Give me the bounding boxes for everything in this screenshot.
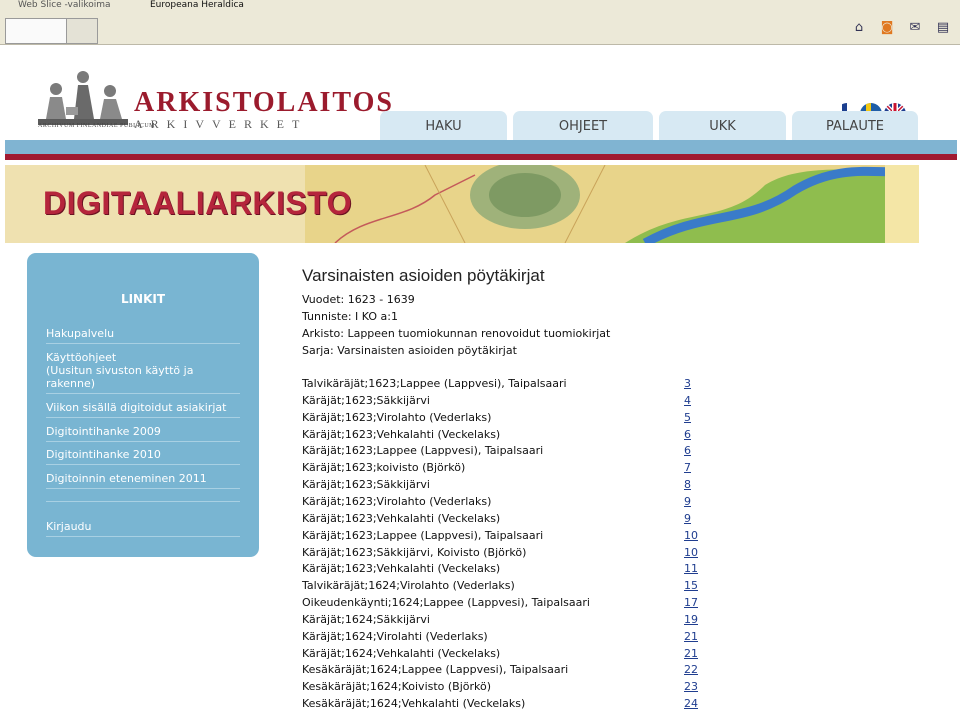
mail-icon[interactable]: ✉ bbox=[904, 20, 926, 35]
list-item: Käräjät;1624;Vehkalahti (Veckelaks) 21 bbox=[302, 647, 702, 663]
list-item: Käräjät;1623;Säkkijärvi 4 bbox=[302, 394, 702, 410]
session-label: Käräjät;1623;Virolahto (Vederlaks) bbox=[302, 494, 492, 508]
address-field[interactable] bbox=[5, 18, 67, 44]
page-link[interactable]: 3 bbox=[684, 377, 691, 390]
list-item: Käräjät;1623;Virolahto (Vederlaks) 9 bbox=[302, 495, 702, 511]
sidebar-item-digitointihanke-2010[interactable]: Digitointihanke 2010 bbox=[46, 448, 240, 465]
meta-identifier: Tunniste: I KO a:1 bbox=[302, 310, 398, 323]
list-item: Talvikäräjät;1624;Virolahto (Vederlaks) 1… bbox=[302, 579, 702, 595]
favorite-link[interactable]: Europeana Heraldica bbox=[150, 0, 244, 10]
home-icon[interactable]: ⌂ bbox=[848, 20, 870, 35]
list-item: Käräjät;1623;Säkkijärvi, Koivisto (Björk… bbox=[302, 546, 702, 562]
page-link[interactable]: 8 bbox=[684, 478, 691, 491]
list-item: Käräjät;1623;Vehkalahti (Veckelaks) 6 bbox=[302, 428, 702, 444]
meta-archive: Arkisto: Lappeen tuomiokunnan renovoidut… bbox=[302, 327, 611, 340]
list-item: Käräjät;1623;Säkkijärvi 8 bbox=[302, 478, 702, 494]
page-link[interactable]: 9 bbox=[684, 495, 691, 508]
session-label: Käräjät;1623;Lappee (Lappvesi), Taipalsa… bbox=[302, 444, 544, 458]
rss-feed-icon[interactable]: ◙ bbox=[876, 20, 898, 35]
sidebar-divider bbox=[46, 497, 240, 502]
page-link[interactable]: 6 bbox=[684, 444, 691, 457]
tab-ohjeet[interactable]: OHJEET bbox=[513, 111, 653, 141]
page-link[interactable]: 4 bbox=[684, 394, 691, 407]
session-label: Kesäkäräjät;1624;Vehkalahti (Veckelaks) bbox=[302, 697, 526, 711]
list-item: Kesäkäräjät;1624;Koivisto (Björkö) 23 bbox=[302, 680, 702, 696]
session-label: Oikeudenkäynti;1624;Lappee (Lappvesi), T… bbox=[302, 596, 590, 610]
tab-haku[interactable]: HAKU bbox=[380, 111, 507, 141]
nav-bar-stripe bbox=[5, 140, 957, 154]
page-link[interactable]: 17 bbox=[684, 596, 698, 609]
session-label: Käräjät;1624;Virolahti (Vederlaks) bbox=[302, 629, 488, 643]
page-link[interactable]: 11 bbox=[684, 562, 698, 575]
sidebar-item-viikon-digitoidut[interactable]: Viikon sisällä digitoidut asiakirjat bbox=[46, 401, 240, 418]
accent-stripe bbox=[5, 154, 957, 160]
list-item: Käräjät;1624;Säkkijärvi 19 bbox=[302, 613, 702, 629]
list-item: Kesäkäräjät;1624;Vehkalahti (Veckelaks) 2… bbox=[302, 697, 702, 713]
sidebar-heading: LINKIT bbox=[120, 292, 166, 306]
list-item: Käräjät;1624;Virolahti (Vederlaks) 21 bbox=[302, 630, 702, 646]
tab-ukk[interactable]: UKK bbox=[659, 111, 786, 141]
session-label: Käräjät;1623;Vehkalahti (Veckelaks) bbox=[302, 511, 501, 525]
page-link[interactable]: 19 bbox=[684, 613, 698, 626]
sidebar-links: LINKIT Hakupalvelu Käyttöohjeet (Uusitun… bbox=[27, 253, 259, 557]
page-link[interactable]: 22 bbox=[684, 663, 698, 676]
page-link[interactable]: 9 bbox=[684, 512, 691, 525]
sidebar-item-digitoinnin-eteneminen[interactable]: Digitoinnin eteneminen 2011 bbox=[46, 472, 240, 489]
sidebar-item-digitointihanke-2009[interactable]: Digitointihanke 2009 bbox=[46, 425, 240, 442]
toolbar-button[interactable] bbox=[66, 18, 98, 44]
browser-toolbar: Web Slice -valikoima Europeana Heraldica… bbox=[0, 0, 960, 45]
session-label: Käräjät;1623;Virolahto (Vederlaks) bbox=[302, 410, 492, 424]
logo-subtitle: ARKIVVERKET bbox=[134, 117, 308, 131]
session-label: Kesäkäräjät;1624;Lappee (Lappvesi), Taip… bbox=[302, 663, 569, 677]
page-link[interactable]: 5 bbox=[684, 411, 691, 424]
session-label: Käräjät;1623;Säkkijärvi bbox=[302, 393, 430, 407]
archive-emblem-logo bbox=[38, 71, 128, 125]
session-label: Käräjät;1623;Vehkalahti (Veckelaks) bbox=[302, 562, 501, 576]
session-label: Kesäkäräjät;1624;Koivisto (Björkö) bbox=[302, 680, 492, 694]
sidebar-item-kayttoohjeet[interactable]: Käyttöohjeet (Uusitun sivuston käyttö ja… bbox=[46, 351, 240, 394]
list-item: Käräjät;1623;Lappee (Lappvesi), Taipalsa… bbox=[302, 444, 702, 460]
sidebar-item-kirjaudu[interactable]: Kirjaudu bbox=[46, 520, 240, 537]
meta-years: Vuodet: 1623 - 1639 bbox=[302, 293, 415, 306]
sidebar-item-hakupalvelu[interactable]: Hakupalvelu bbox=[46, 327, 240, 344]
command-bar: ⌂ ◙ ✉ ▤ bbox=[848, 20, 954, 35]
page-link[interactable]: 15 bbox=[684, 579, 698, 592]
list-item: Oikeudenkäynti;1624;Lappee (Lappvesi), T… bbox=[302, 596, 702, 612]
page-link[interactable]: 21 bbox=[684, 647, 698, 660]
favorites-bar: Web Slice -valikoima Europeana Heraldica bbox=[0, 0, 960, 14]
list-item: Käräjät;1623;Lappee (Lappvesi), Taipalsa… bbox=[302, 529, 702, 545]
meta-series: Sarja: Varsinaisten asioiden pöytäkirjat bbox=[302, 344, 517, 357]
page-link[interactable]: 10 bbox=[684, 546, 698, 559]
list-item: Käräjät;1623;Vehkalahti (Veckelaks) 11 bbox=[302, 562, 702, 578]
page-link[interactable]: 23 bbox=[684, 680, 698, 693]
page-link[interactable]: 6 bbox=[684, 428, 691, 441]
print-icon[interactable]: ▤ bbox=[932, 20, 954, 35]
session-label: Käräjät;1623;Vehkalahti (Veckelaks) bbox=[302, 427, 501, 441]
session-label: Talvikäräjät;1623;Lappee (Lappvesi), Tai… bbox=[302, 377, 567, 390]
session-label: Käräjät;1623;koivisto (Björkö) bbox=[302, 461, 466, 475]
page-link[interactable]: 10 bbox=[684, 529, 698, 542]
session-label: Käräjät;1623;Säkkijärvi, Koivisto (Björk… bbox=[302, 545, 527, 559]
page-link[interactable]: 7 bbox=[684, 461, 691, 474]
banner: DIGITAALIARKISTO bbox=[5, 165, 919, 243]
logo-title: ARKISTOLAITOS bbox=[134, 87, 394, 118]
session-label: Käräjät;1624;Säkkijärvi bbox=[302, 612, 430, 626]
list-item: Talvikäräjät;1623;Lappee (Lappvesi), Tai… bbox=[302, 377, 702, 393]
list-item: Kesäkäräjät;1624;Lappee (Lappvesi), Taip… bbox=[302, 663, 702, 679]
page-link[interactable]: 21 bbox=[684, 630, 698, 643]
session-label: Käräjät;1624;Vehkalahti (Veckelaks) bbox=[302, 646, 501, 660]
page-link[interactable]: 24 bbox=[684, 697, 698, 710]
session-label: Käräjät;1623;Lappee (Lappvesi), Taipalsa… bbox=[302, 528, 544, 542]
list-item: Käräjät;1623;koivisto (Björkö) 7 bbox=[302, 461, 702, 477]
tab-palaute[interactable]: PALAUTE bbox=[792, 111, 918, 141]
session-label: Talvikäräjät;1624;Virolahto (Vederlaks) bbox=[302, 579, 515, 593]
banner-title: DIGITAALIARKISTO bbox=[43, 185, 353, 221]
main-navigation: HAKU OHJEET UKK PALAUTE bbox=[380, 111, 918, 141]
list-item: Käräjät;1623;Virolahto (Vederlaks) 5 bbox=[302, 411, 702, 427]
list-item: Käräjät;1623;Vehkalahti (Veckelaks) 9 bbox=[302, 512, 702, 528]
page-title: Varsinaisten asioiden pöytäkirjat bbox=[302, 266, 545, 285]
web-slice-link[interactable]: Web Slice -valikoima bbox=[18, 0, 111, 10]
session-label: Käräjät;1623;Säkkijärvi bbox=[302, 478, 430, 492]
